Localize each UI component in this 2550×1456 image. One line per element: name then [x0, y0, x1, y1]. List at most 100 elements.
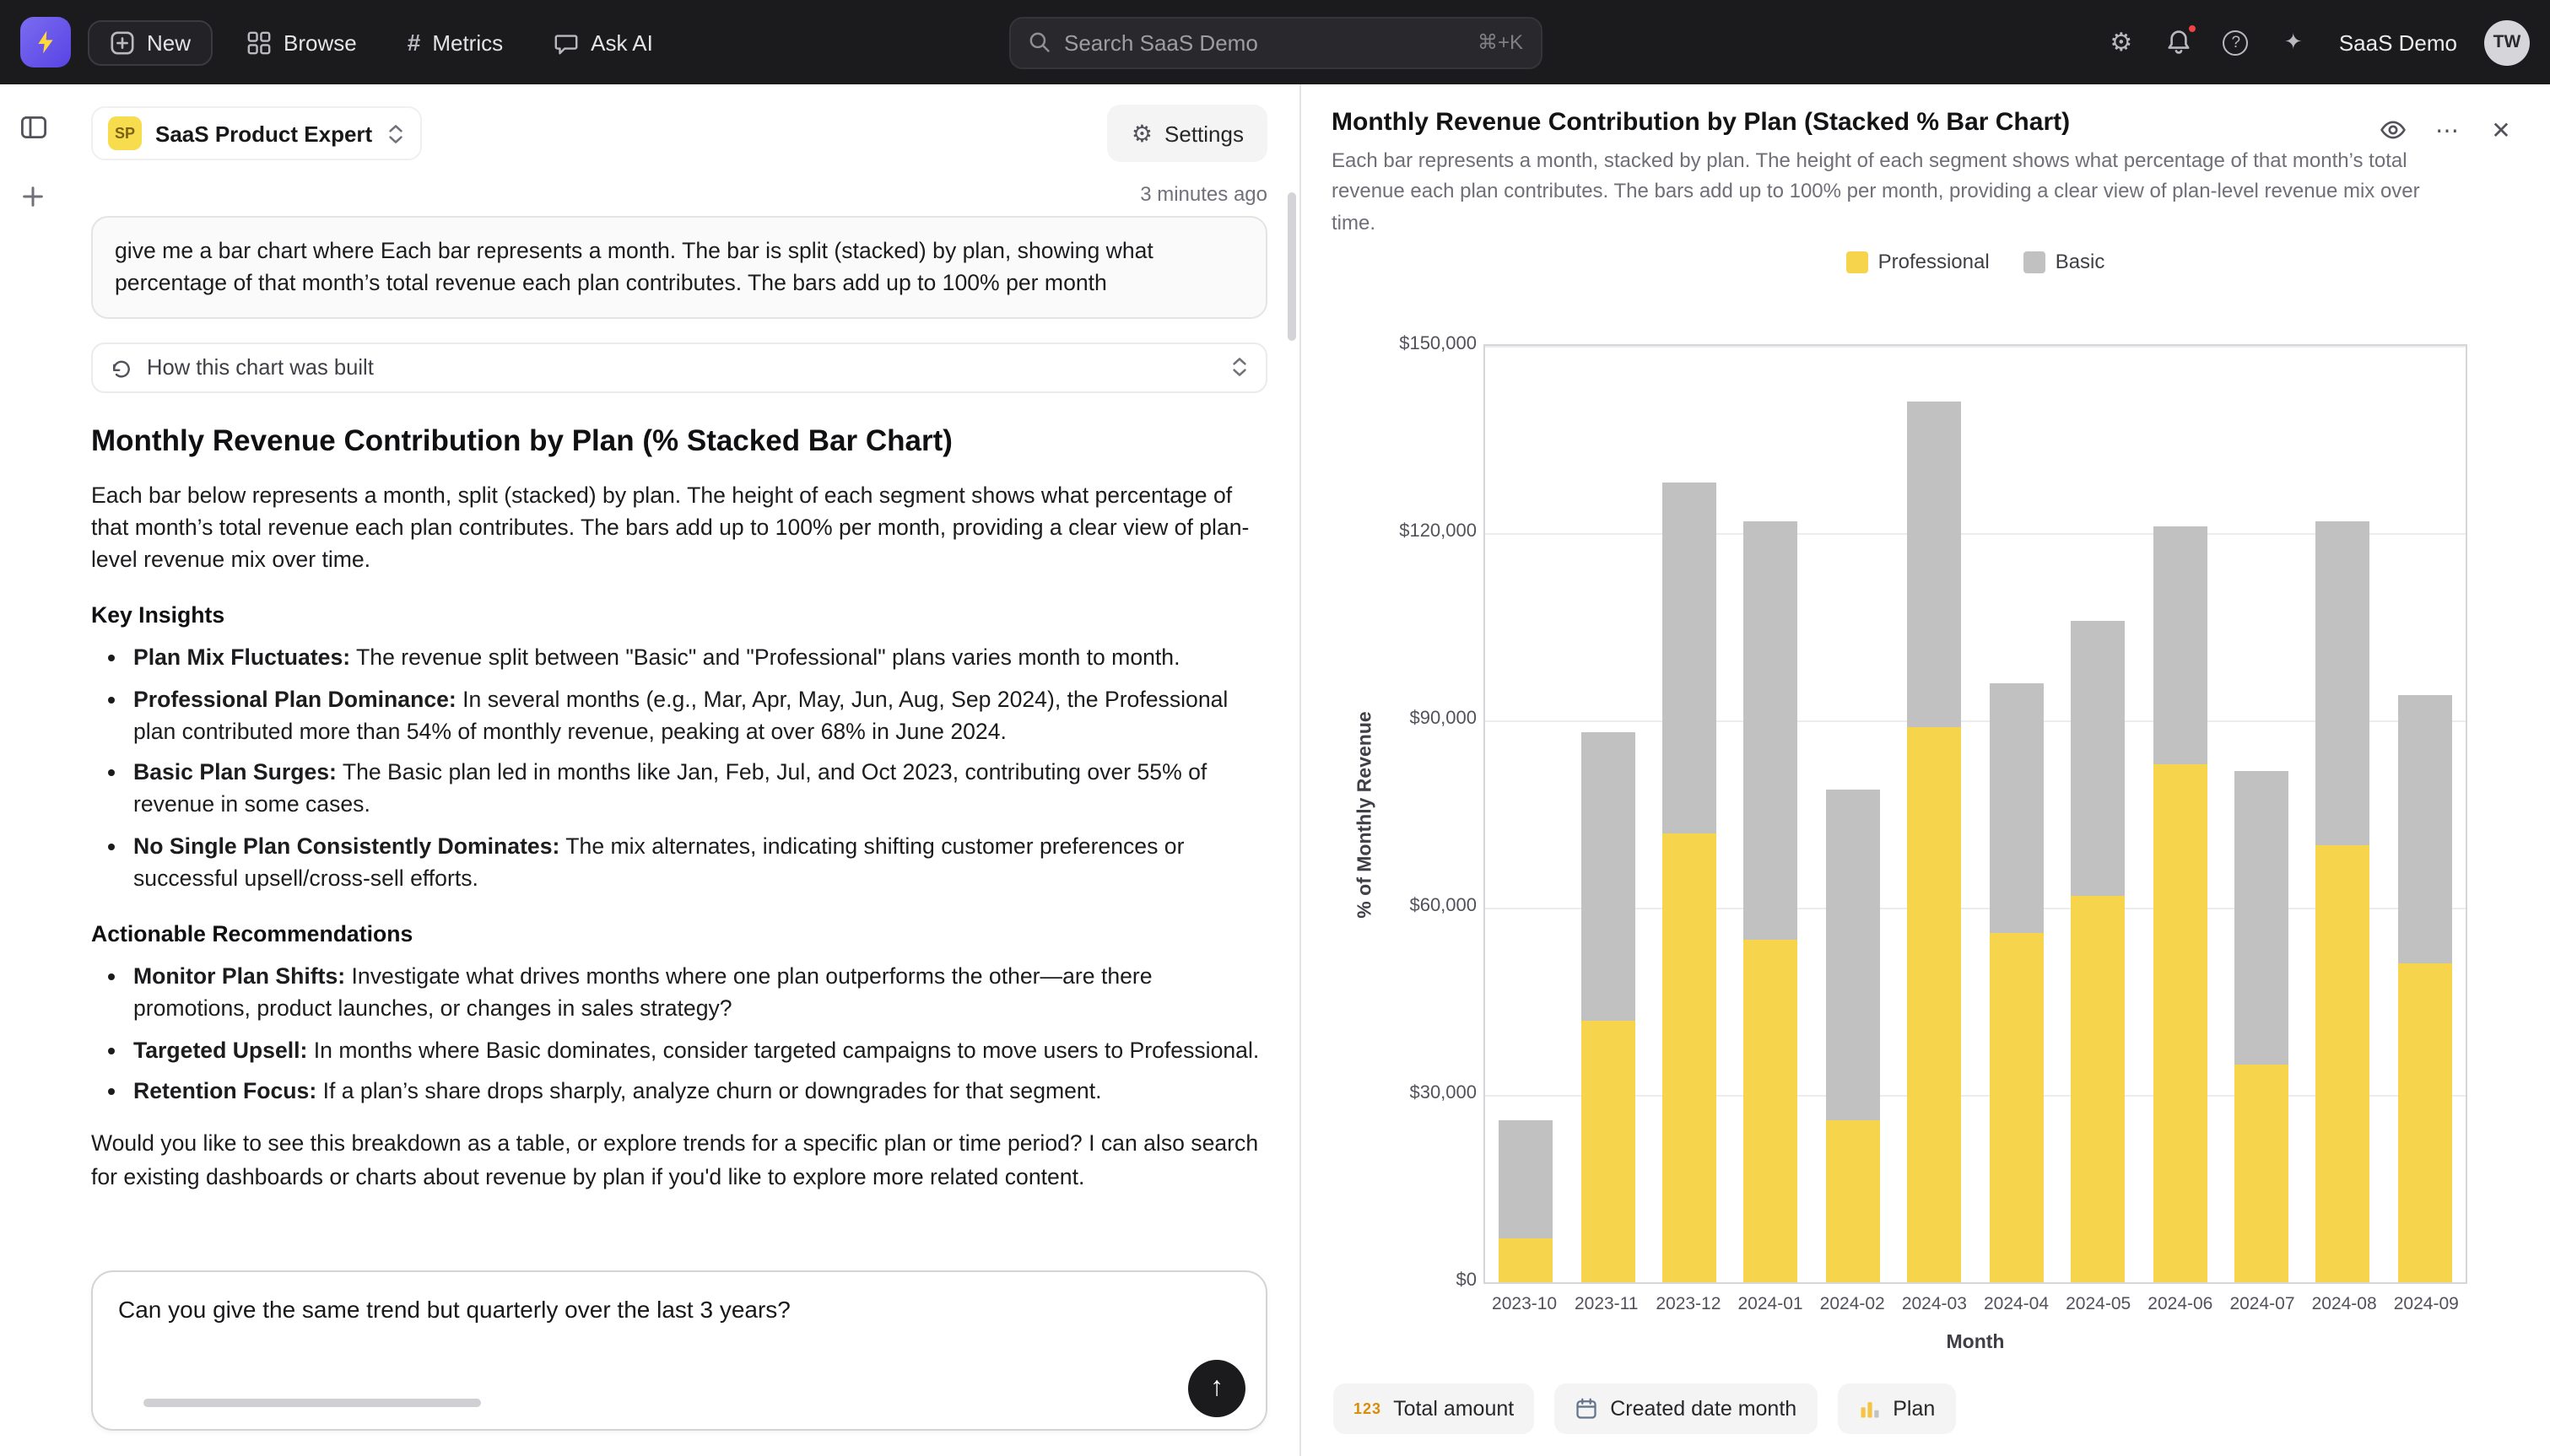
bar-segment-professional[interactable]	[1744, 939, 1798, 1282]
send-button[interactable]: ↑	[1188, 1360, 1245, 1417]
y-tick-label: $30,000	[1409, 1083, 1477, 1103]
workspace-switcher[interactable]: SaaS Demo	[2326, 30, 2471, 55]
y-tick-label: $0	[1456, 1270, 1478, 1291]
bar-2023-10[interactable]	[1485, 346, 1567, 1282]
response-title: Monthly Revenue Contribution by Plan (% …	[91, 423, 1267, 458]
bar-segment-basic[interactable]	[2316, 520, 2370, 845]
plus-icon	[20, 183, 46, 208]
x-tick-label: 2024-02	[1812, 1294, 1894, 1314]
settings-icon-button[interactable]: ⚙	[2096, 17, 2147, 67]
x-tick-label: 2023-12	[1647, 1294, 1729, 1314]
eye-icon	[2380, 116, 2407, 143]
topbar: New Browse # Metrics Ask AI	[0, 0, 2550, 84]
bar-segment-professional[interactable]	[1989, 933, 2043, 1282]
composer-scrollbar[interactable]	[143, 1399, 481, 1407]
grid-icon	[246, 30, 272, 55]
bar-segment-basic[interactable]	[2071, 621, 2125, 896]
field-chip-label: Plan	[1893, 1397, 1935, 1421]
app-logo[interactable]	[20, 17, 71, 67]
chat-bubble-icon	[554, 30, 579, 55]
bar-segment-basic[interactable]	[1744, 520, 1798, 939]
bar-segment-professional[interactable]	[2398, 964, 2452, 1282]
preview-button[interactable]	[2373, 110, 2413, 150]
bar-segment-basic[interactable]	[2234, 770, 2288, 1064]
notifications-button[interactable]	[2153, 17, 2204, 67]
legend-label: Professional	[1878, 250, 1990, 273]
bar-2023-12[interactable]	[1649, 346, 1731, 1282]
bar-segment-professional[interactable]	[1908, 726, 1962, 1282]
bar-segment-basic[interactable]	[1580, 733, 1634, 1020]
user-avatar[interactable]: TW	[2484, 19, 2530, 65]
bar-segment-basic[interactable]	[1662, 483, 1716, 833]
chart-legend: Professional Basic	[1483, 250, 2467, 273]
bar-2024-01[interactable]	[1731, 346, 1813, 1282]
field-chip-created-date-month[interactable]: Created date month	[1554, 1383, 1817, 1434]
sparkles-icon: ✦	[2284, 29, 2303, 56]
bar-segment-professional[interactable]	[1826, 1120, 1880, 1282]
metrics-button[interactable]: # Metrics	[391, 19, 520, 66]
bar-2024-09[interactable]	[2384, 346, 2466, 1282]
bar-2024-04[interactable]	[1975, 346, 2057, 1282]
bar-2024-03[interactable]	[1894, 346, 1975, 1282]
ask-ai-button-label: Ask AI	[591, 30, 653, 55]
legend-label: Basic	[2056, 250, 2105, 273]
bar-segment-professional[interactable]	[2071, 895, 2125, 1282]
bar-2024-08[interactable]	[2302, 346, 2384, 1282]
search-shortcut: ⌘+K	[1478, 30, 1523, 54]
bar-2024-06[interactable]	[2139, 346, 2221, 1282]
settings-button-label: Settings	[1164, 121, 1244, 146]
x-tick-label: 2024-01	[1729, 1294, 1811, 1314]
field-chip-total-amount[interactable]: 123 Total amount	[1333, 1383, 1534, 1434]
bar-2023-11[interactable]	[1567, 346, 1649, 1282]
bar-segment-basic[interactable]	[1826, 789, 1880, 1119]
x-tick-label: 2024-05	[2057, 1294, 2139, 1314]
bar-2024-07[interactable]	[2221, 346, 2303, 1282]
bar-segment-basic[interactable]	[2398, 695, 2452, 963]
field-chip-plan[interactable]: Plan	[1837, 1383, 1955, 1434]
lightning-bolt-icon	[32, 29, 59, 56]
message-timestamp: 3 minutes ago	[91, 182, 1267, 206]
main-area: SP SaaS Product Expert ⚙ Settings 3 minu…	[0, 84, 2550, 1456]
how-built-left: How this chart was built	[110, 354, 374, 380]
chevron-updown-icon	[1230, 356, 1249, 378]
bullet-item: Plan Mix Fluctuates: The revenue split b…	[133, 642, 1267, 675]
bar-segment-professional[interactable]	[1662, 833, 1716, 1282]
rail-new-chat-button[interactable]	[13, 175, 53, 216]
bar-segment-basic[interactable]	[1499, 1120, 1553, 1239]
legend-item-professional[interactable]: Professional	[1846, 250, 1990, 273]
bar-segment-professional[interactable]	[2316, 845, 2370, 1282]
how-built-toggle[interactable]: How this chart was built	[91, 342, 1267, 392]
more-options-button[interactable]: ⋯	[2427, 110, 2467, 150]
global-search-input[interactable]: Search SaaS Demo ⌘+K	[1008, 16, 1542, 68]
sidebar-toggle-button[interactable]	[13, 106, 53, 147]
help-button[interactable]: ?	[2211, 17, 2261, 67]
response-outro: Would you like to see this breakdown as …	[91, 1128, 1267, 1193]
new-button[interactable]: New	[88, 19, 213, 65]
response-intro: Each bar below represents a month, split…	[91, 478, 1267, 576]
ask-ai-button[interactable]: Ask AI	[537, 19, 670, 65]
agent-selector[interactable]: SP SaaS Product Expert	[91, 106, 421, 160]
ai-assist-button[interactable]: ✦	[2268, 17, 2319, 67]
key-insights-heading: Key Insights	[91, 603, 1267, 628]
bar-segment-basic[interactable]	[1908, 402, 1962, 727]
left-rail	[0, 84, 66, 1456]
bar-segment-professional[interactable]	[1580, 1020, 1634, 1282]
bar-2024-02[interactable]	[1812, 346, 1894, 1282]
app: New Browse # Metrics Ask AI	[0, 0, 2550, 1456]
bar-segment-professional[interactable]	[2234, 1064, 2288, 1282]
bar-segment-professional[interactable]	[1499, 1238, 1553, 1282]
bar-segment-professional[interactable]	[2153, 764, 2207, 1282]
bar-segment-basic[interactable]	[2153, 527, 2207, 764]
agent-name: SaaS Product Expert	[155, 121, 372, 146]
send-arrow-icon: ↑	[1210, 1373, 1224, 1404]
legend-item-basic[interactable]: Basic	[2023, 250, 2105, 273]
bullet-item: Basic Plan Surges: The Basic plan led in…	[133, 756, 1267, 821]
chat-scrollbar[interactable]	[1288, 192, 1296, 341]
bar-segment-basic[interactable]	[1989, 683, 2043, 933]
bar-2024-05[interactable]	[2057, 346, 2139, 1282]
browse-button[interactable]: Browse	[230, 19, 374, 65]
chart-panel: ⋯ ✕ Monthly Revenue Contribution by Plan…	[1301, 84, 2550, 1456]
close-panel-button[interactable]: ✕	[2481, 110, 2521, 150]
settings-button[interactable]: ⚙ Settings	[1108, 105, 1267, 162]
x-tick-label: 2024-03	[1894, 1294, 1975, 1314]
